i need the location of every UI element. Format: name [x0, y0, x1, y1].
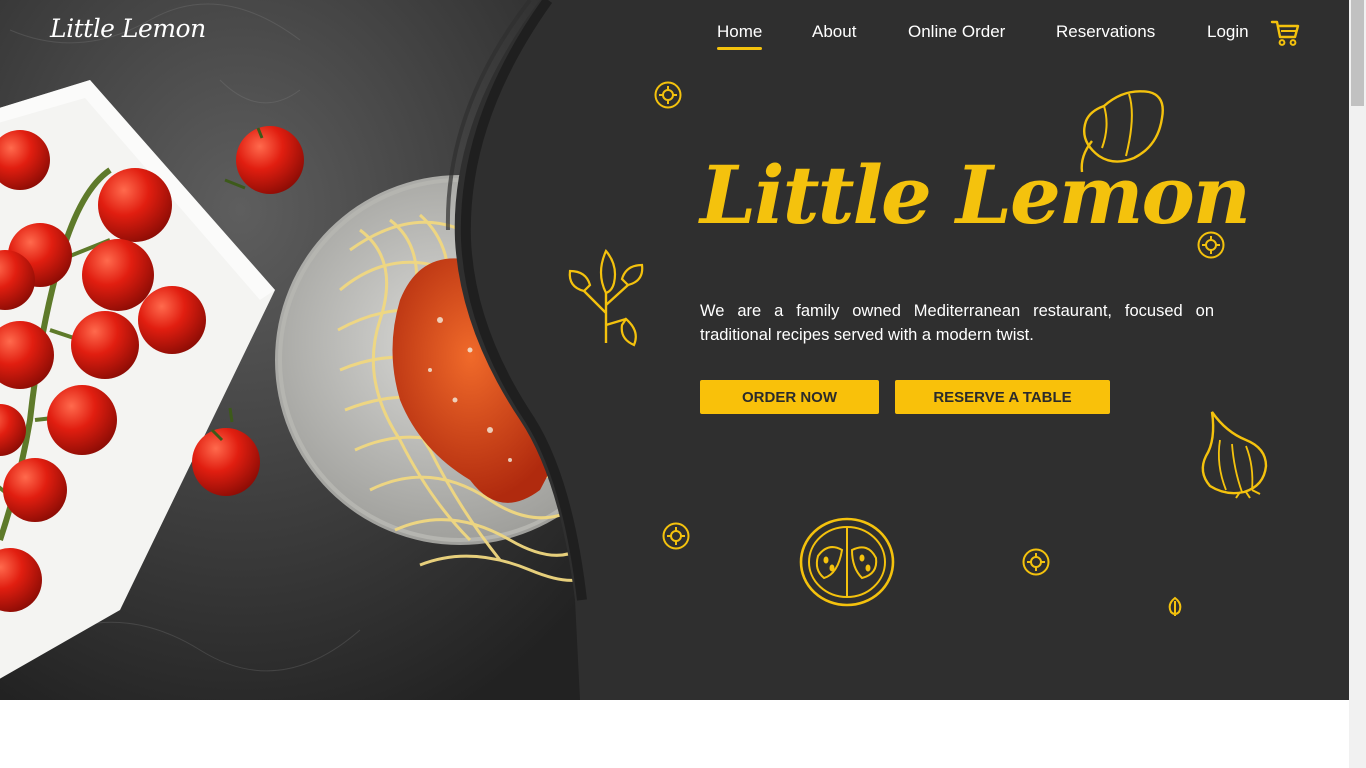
vertical-scrollbar[interactable] [1349, 0, 1366, 768]
lemon-slice-icon [654, 81, 682, 109]
tomato-icon [799, 517, 895, 607]
nav-about[interactable]: About [812, 22, 856, 42]
order-now-button[interactable]: ORDER NOW [700, 380, 879, 414]
reserve-table-button[interactable]: RESERVE A TABLE [895, 380, 1110, 414]
hero-title: Little Lemon [700, 148, 1251, 242]
hero-food-photo [0, 0, 600, 700]
logo[interactable]: Little Lemon [50, 14, 206, 43]
garlic-icon [1201, 411, 1268, 499]
nav-online-order[interactable]: Online Order [908, 22, 1005, 42]
hero-description: We are a family owned Mediterranean rest… [700, 302, 1214, 344]
shopping-cart-icon[interactable] [1270, 19, 1300, 47]
nav-reservations[interactable]: Reservations [1056, 22, 1155, 42]
seed-icon [1168, 596, 1182, 616]
scrollbar-thumb[interactable] [1351, 0, 1364, 106]
parsley-icon [568, 248, 644, 347]
nav-login[interactable]: Login [1207, 22, 1249, 42]
lemon-slice-icon [1022, 548, 1050, 576]
lemon-slice-icon [662, 522, 690, 550]
nav-home[interactable]: Home [717, 22, 763, 50]
hero-section: Little Lemon Home About Online Order Res… [0, 0, 1349, 700]
